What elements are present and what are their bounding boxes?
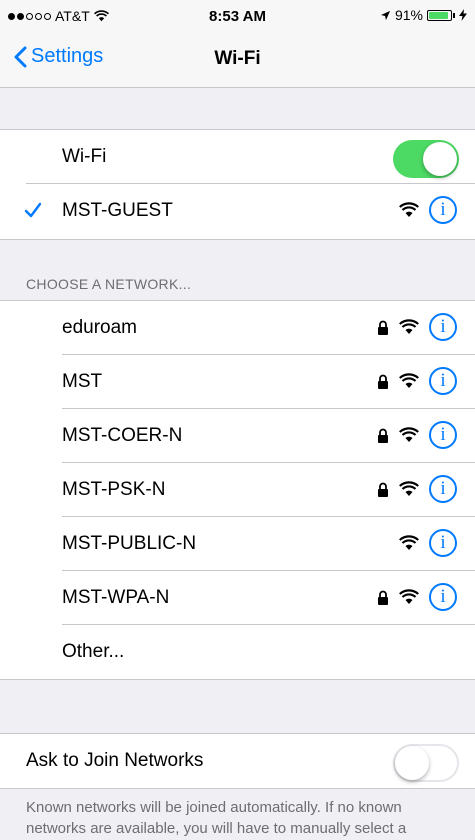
network-row[interactable]: MST-PUBLIC-N i bbox=[0, 517, 475, 571]
wifi-signal-icon bbox=[399, 427, 419, 442]
network-name: MST-PUBLIC-N bbox=[62, 533, 197, 554]
battery-percent: 91% bbox=[394, 7, 423, 23]
charging-bolt-icon bbox=[459, 9, 467, 21]
status-bar: AT&T 8:53 AM 91% bbox=[0, 0, 475, 32]
network-name: MST-COER-N bbox=[62, 425, 183, 446]
info-icon[interactable]: i bbox=[429, 196, 457, 224]
wifi-signal-icon bbox=[399, 202, 419, 217]
network-row[interactable]: MST i bbox=[0, 355, 475, 409]
info-icon[interactable]: i bbox=[429, 421, 457, 449]
info-icon[interactable]: i bbox=[429, 475, 457, 503]
network-name: MST bbox=[62, 371, 103, 392]
info-icon[interactable]: i bbox=[429, 367, 457, 395]
network-name: eduroam bbox=[62, 317, 137, 338]
navigation-bar: Settings Wi-Fi bbox=[0, 32, 475, 88]
lock-icon bbox=[378, 590, 388, 605]
network-row[interactable]: MST-COER-N i bbox=[0, 409, 475, 463]
wifi-toggle-row: Wi-Fi bbox=[0, 130, 475, 184]
page-title: Wi-Fi bbox=[214, 48, 261, 69]
ask-join-row: Ask to Join Networks bbox=[0, 734, 475, 788]
lock-icon bbox=[378, 374, 388, 389]
footer-note: Known networks will be joined automatica… bbox=[26, 799, 407, 837]
info-icon[interactable]: i bbox=[429, 313, 457, 341]
other-label: Other... bbox=[62, 641, 125, 662]
battery-tip bbox=[453, 12, 455, 18]
connected-network-name: MST-GUEST bbox=[62, 200, 173, 221]
network-name: MST-WPA-N bbox=[62, 587, 170, 608]
network-row[interactable]: MST-WPA-N i bbox=[0, 571, 475, 625]
wifi-label: Wi-Fi bbox=[62, 146, 107, 167]
network-row[interactable]: MST-PSK-N i bbox=[0, 463, 475, 517]
network-row[interactable]: eduroam i bbox=[0, 301, 475, 355]
info-icon[interactable]: i bbox=[429, 583, 457, 611]
choose-network-header: CHOOSE A NETWORK... bbox=[26, 276, 192, 292]
network-list: eduroam i MST i MST-COER-N i MST-PSK-N i MST-PUB… bbox=[0, 300, 475, 680]
network-name: MST-PSK-N bbox=[62, 479, 166, 500]
checkmark-icon bbox=[24, 202, 42, 218]
ask-join-group: Ask to Join Networks bbox=[0, 733, 475, 789]
connected-network-row[interactable]: MST-GUEST i bbox=[0, 184, 475, 238]
other-network-row[interactable]: Other... bbox=[0, 625, 475, 679]
wifi-signal-icon bbox=[399, 481, 419, 496]
wifi-signal-icon bbox=[399, 535, 419, 550]
wifi-signal-icon bbox=[399, 319, 419, 334]
lock-icon bbox=[378, 320, 388, 335]
ask-join-toggle[interactable] bbox=[393, 744, 459, 782]
wifi-signal-icon bbox=[399, 373, 419, 388]
lock-icon bbox=[378, 482, 388, 497]
battery-status: 91% bbox=[380, 7, 467, 23]
lock-icon bbox=[378, 428, 388, 443]
battery-icon bbox=[427, 9, 452, 21]
wifi-signal-icon bbox=[399, 589, 419, 604]
ask-join-label: Ask to Join Networks bbox=[26, 750, 204, 771]
location-arrow-icon bbox=[380, 10, 391, 20]
wifi-toggle[interactable] bbox=[393, 140, 459, 178]
info-icon[interactable]: i bbox=[429, 529, 457, 557]
wifi-group: Wi-Fi MST-GUEST i bbox=[0, 129, 475, 240]
